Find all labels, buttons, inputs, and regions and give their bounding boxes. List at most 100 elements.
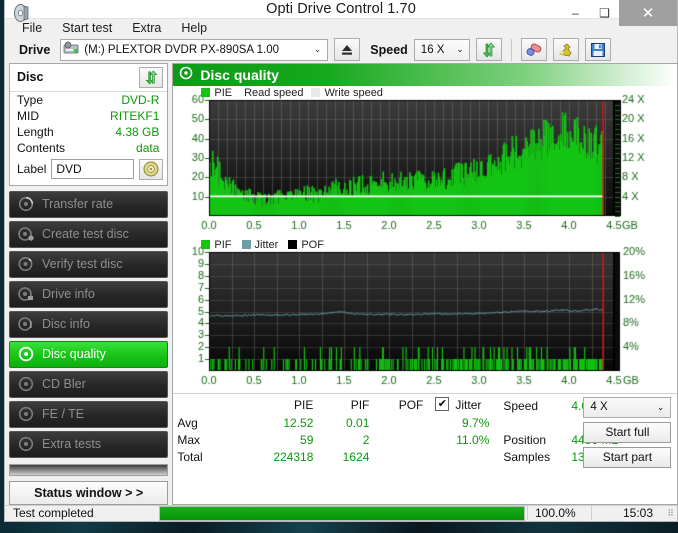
pif-chart-container: PIF Jitter POF [173,237,678,393]
disc-info-row-type: Type DVD-R [10,92,167,108]
panel-header: Disc quality [173,63,678,86]
disc-label-row: Label [10,156,167,185]
disc-info-row-contents: Contents data [10,140,167,156]
pie-chart-container: PIE Read speed Write speed [173,85,678,238]
disc-quality-icon [179,66,193,83]
sidebar-item-verify-test-disc[interactable]: Verify test disc [9,250,169,278]
sidebar-item-label: Create test disc [42,227,129,242]
drive-select[interactable]: (M:) PLEXTOR DVDR PX-890SA 1.00 ⌄ [60,38,329,61]
stats-row-label-max: Max [177,432,201,447]
disc-info-row-length: Length 4.38 GB [10,124,167,140]
jitter-checkbox[interactable]: ✔ [435,396,450,411]
row-key: Contents [17,140,66,155]
stats-total-pif: 1624 [342,449,370,464]
tools-icon [558,43,572,57]
legend-swatch-write-speed [311,88,321,98]
close-button[interactable]: ✕ [619,0,677,26]
sidebar-item-cd-bler[interactable]: CD Bler [9,370,169,398]
disc-quality-panel: Disc quality PIE Read speed Write speed … [172,62,678,505]
row-key: Type [17,92,44,107]
maximize-button[interactable]: ❑ [590,0,619,26]
disc-label-key: Label [17,162,47,177]
test-speed-value: 4 X [590,401,608,414]
disc-refresh-button[interactable] [139,66,164,88]
legend-label-pie: PIE [214,86,233,99]
disc-icon [18,376,34,392]
row-value: DVD-R [121,92,160,107]
sidebar-item-fe-te[interactable]: FE / TE [9,400,169,428]
erase-icon [526,43,542,56]
chevron-down-icon: ⌄ [656,401,665,412]
sidebar-item-label: Transfer rate [42,197,114,212]
stats-speed-label: Speed [503,398,539,413]
eject-button[interactable] [334,38,361,62]
speed-label: Speed [370,42,408,57]
start-part-button[interactable]: Start part [583,446,672,468]
sidebar-item-label: Extra tests [42,437,102,452]
resize-grip-icon[interactable]: ⠿ [663,508,677,519]
sidebar-item-create-test-disc[interactable]: Create test disc [9,220,169,248]
disc-box-title: Disc [17,70,44,85]
speed-select[interactable]: 16 X ⌄ [413,38,470,61]
statistics-panel: PIE PIF POF ✔ Jitter Avg 12.52 0.01 9.7%… [173,392,678,468]
row-value: RITEKF1 [110,108,160,123]
disc-label-button[interactable] [139,158,164,180]
disc-label-input[interactable] [51,159,135,180]
drive-info-icon [18,286,34,302]
disc-quality-icon [18,346,34,362]
menu-item-start-test[interactable]: Start test [53,19,121,37]
stats-header-pof: POF [398,397,424,412]
navigation-list: Transfer rate Create test disc Verify te… [9,190,169,476]
sidebar-item-drive-info[interactable]: Drive info [9,280,169,308]
save-button[interactable] [584,38,611,62]
disc-info-row-mid: MID RITEKF1 [10,108,167,124]
disc-icon [18,196,34,212]
disc-icon [18,406,34,422]
chevron-down-icon: ⌄ [456,44,464,55]
disc-write-icon [18,226,34,242]
toolbar-divider [510,38,512,61]
tools-button[interactable] [552,38,579,62]
menu-item-help[interactable]: Help [172,19,216,37]
sidebar-item-label: Disc quality [42,347,106,362]
status-bar: Test completed 100.0% 15:03 ⠿ [5,504,677,521]
progress-bar-fill [160,506,524,520]
sidebar-item-label: CD Bler [42,377,86,392]
sidebar-item-transfer-rate[interactable]: Transfer rate [9,190,169,218]
pif-chart-canvas[interactable] [173,237,678,393]
stats-avg-pie: 12.52 [283,415,314,430]
progress-bar [159,505,525,521]
sidebar-item-extra-tests[interactable]: Extra tests [9,430,169,458]
pie-chart-canvas[interactable] [173,85,678,238]
legend-label-write-speed: Write speed [324,86,383,99]
minimize-button[interactable]: – [561,0,590,26]
erase-button[interactable] [520,38,547,62]
refresh-icon [482,42,496,58]
start-full-button[interactable]: Start full [583,421,672,443]
eject-icon [342,44,353,55]
stats-max-jitter: 11.0% [456,432,490,447]
panel-title: Disc quality [200,66,279,83]
save-icon [590,42,605,57]
left-panel: Disc Type DVD-R MID RITEKF1 Length 4.38 … [9,62,169,505]
sidebar-item-disc-info[interactable]: Disc info [9,310,169,338]
status-window-button[interactable]: Status window > > [9,480,169,505]
menu-item-extra[interactable]: Extra [123,19,170,37]
row-value: data [136,140,160,155]
stats-samples-label: Samples [503,449,551,464]
row-key: Length [17,124,54,139]
stats-row-label-total: Total [177,449,203,464]
drive-value: (M:) PLEXTOR DVDR PX-890SA 1.00 [84,43,280,56]
drive-small-icon [63,41,79,58]
row-value: 4.38 GB [115,124,160,139]
refresh-button[interactable] [475,38,502,62]
disc-info-icon [18,316,34,332]
stats-max-pif: 2 [362,432,370,447]
legend-swatch-pie [201,88,211,98]
test-speed-select[interactable]: 4 X ⌄ [583,396,672,418]
pie-chart-legend: PIE Read speed Write speed [201,87,383,99]
stats-avg-jitter: 9.7% [462,415,490,430]
legend-swatch-pif [201,240,211,250]
sidebar-item-disc-quality[interactable]: Disc quality [9,340,169,368]
stats-position-label: Position [503,432,547,447]
